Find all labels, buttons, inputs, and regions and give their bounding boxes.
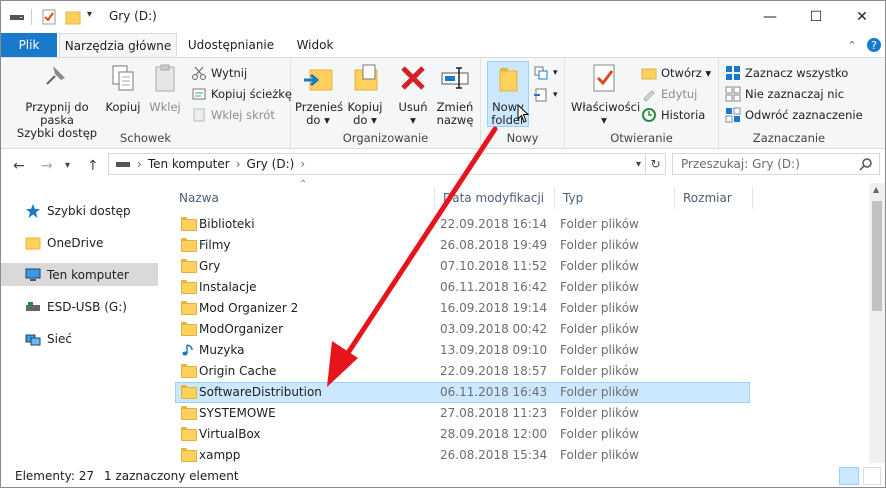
annotation-arrow [327, 126, 498, 387]
item-count: Elementy: 27 [15, 469, 95, 483]
large-icons-view-icon[interactable] [863, 467, 881, 485]
details-view-icon[interactable] [839, 467, 859, 485]
annotation-arrow-line [343, 126, 498, 359]
selected-count: 1 zaznaczony element [104, 469, 239, 483]
status-bar: Elementy: 27 1 zaznaczony element [1, 463, 885, 487]
explorer-window: ▾ Gry (D:) — ☐ ✕ Plik Narzędzia główne U… [0, 0, 886, 488]
